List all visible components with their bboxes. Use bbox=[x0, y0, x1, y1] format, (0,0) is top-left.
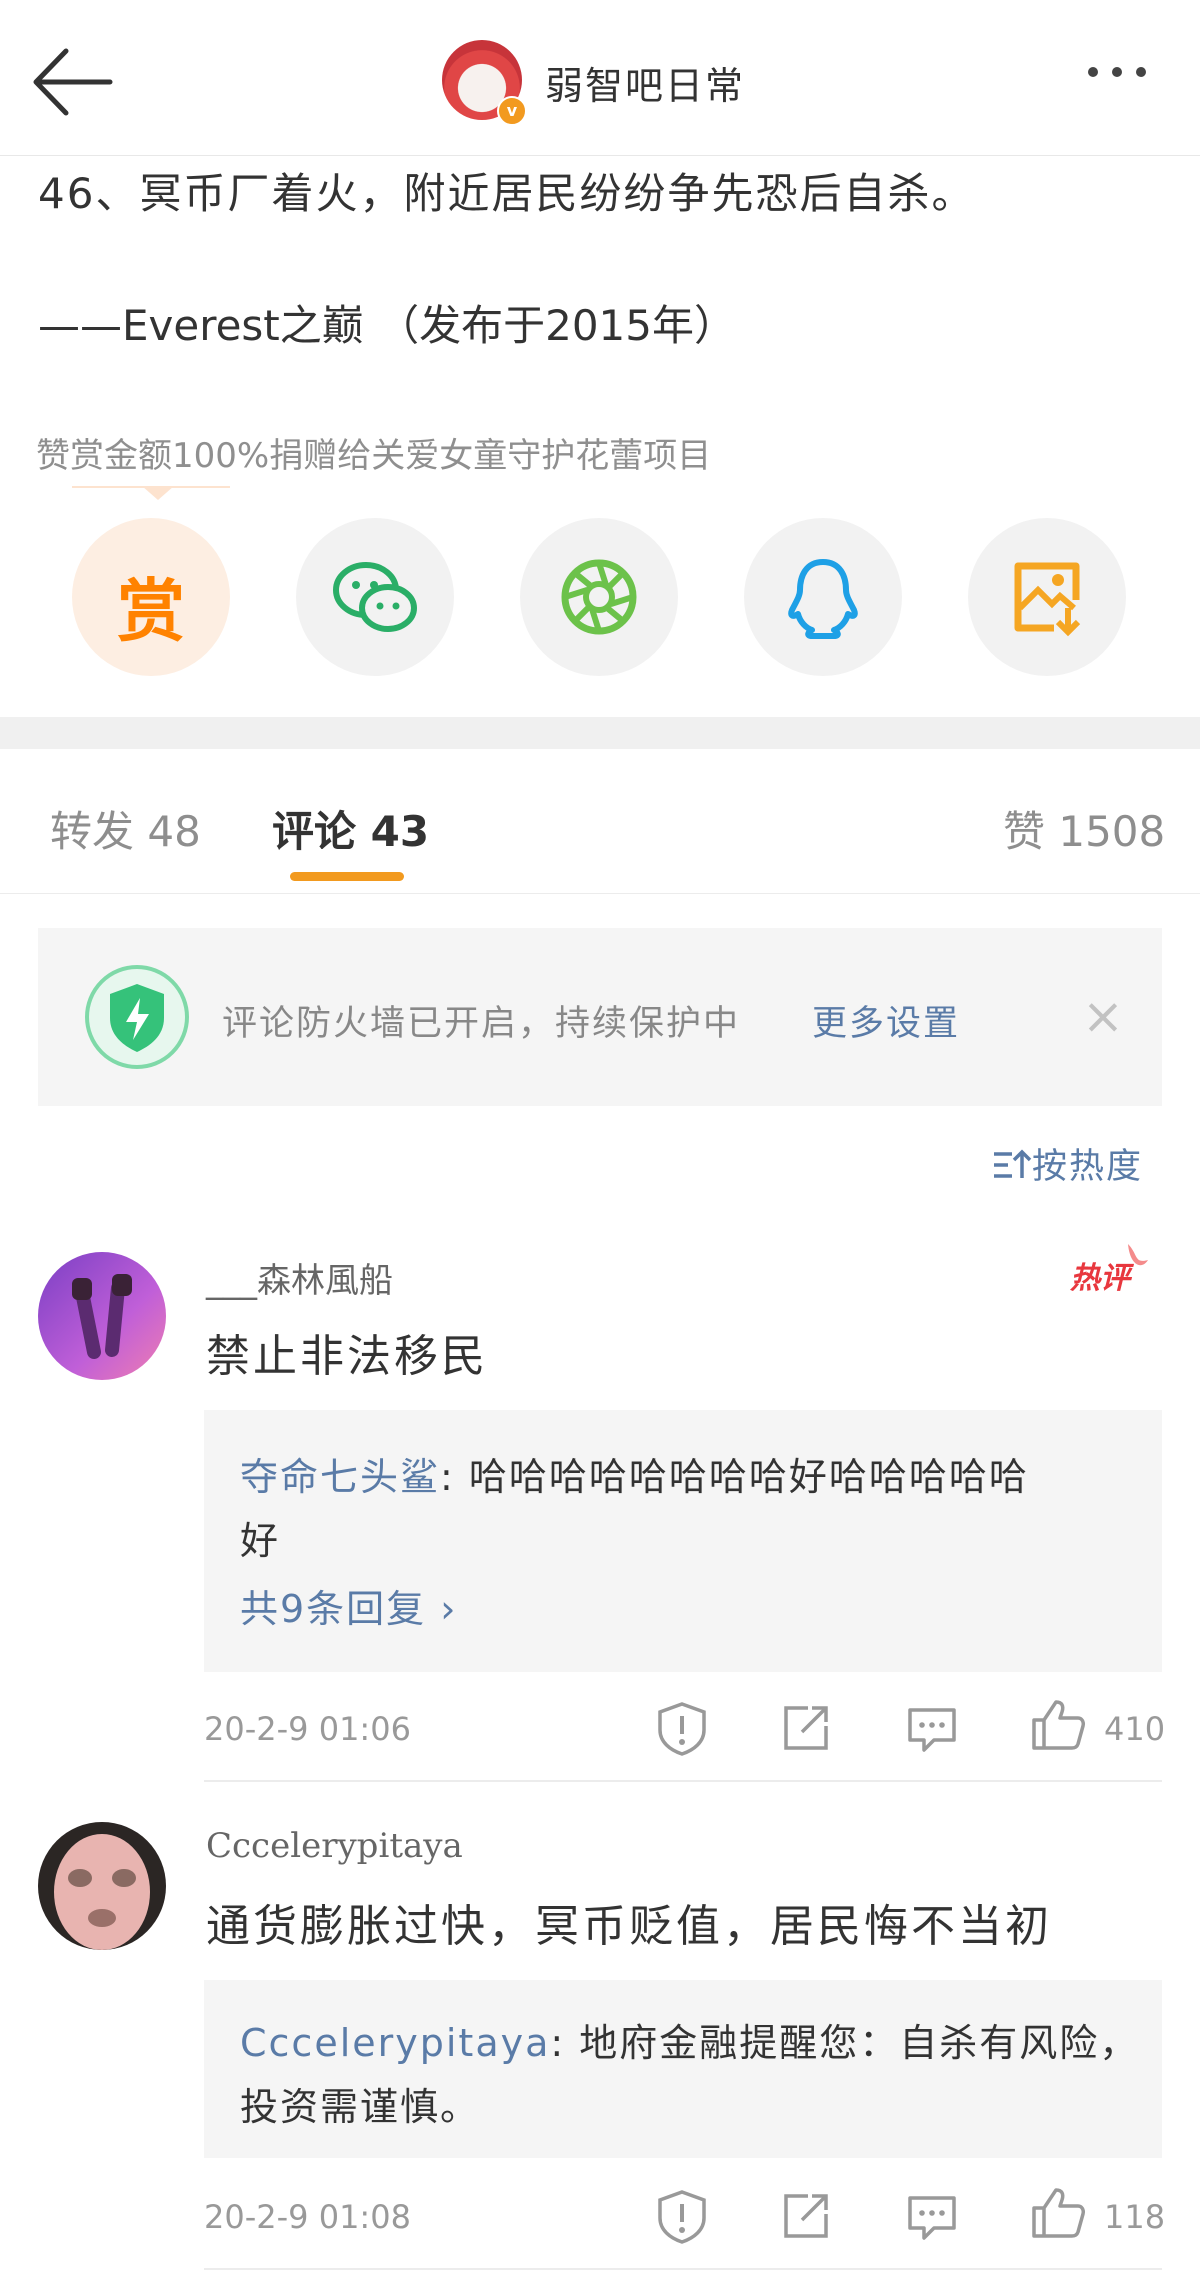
share-icon[interactable] bbox=[778, 1700, 834, 1756]
reply-username[interactable]: 夺命七头鲨 bbox=[240, 1455, 440, 1499]
tab-divider bbox=[0, 893, 1200, 894]
hot-comment-badge-icon: 热评 bbox=[1069, 1244, 1148, 1296]
report-icon[interactable] bbox=[654, 1700, 710, 1756]
moments-icon bbox=[561, 559, 637, 635]
verified-badge-icon: v bbox=[497, 96, 527, 126]
sort-icon bbox=[994, 1149, 1032, 1178]
reward-pointer bbox=[72, 486, 230, 502]
sort-by-hot-button[interactable]: 按热度 bbox=[992, 1138, 1143, 1189]
comment-text: 通货膨胀过快，冥币贬值，居民悔不当初 bbox=[206, 1901, 1052, 1952]
comment-divider bbox=[204, 1780, 1162, 1782]
tab-likes[interactable]: 赞 1508 bbox=[1003, 798, 1165, 859]
more-options-icon[interactable] bbox=[1088, 62, 1160, 81]
reply-line: 夺命七头鲨: 哈哈哈哈哈哈哈哈好哈哈哈哈哈 bbox=[240, 1446, 1029, 1501]
wechat-icon bbox=[333, 562, 417, 632]
shield-icon bbox=[85, 965, 189, 1069]
avatar[interactable] bbox=[38, 1252, 166, 1380]
share-icon[interactable] bbox=[778, 2188, 834, 2244]
firewall-status-text: 评论防火墙已开启，持续保护中 bbox=[222, 1004, 741, 1044]
tab-repost[interactable]: 转发 48 bbox=[50, 798, 201, 859]
comment-divider bbox=[204, 2268, 1162, 2270]
reward-icon: 赏 bbox=[116, 573, 185, 652]
donate-note: 赞赏金额100%捐赠给关爱女童守护花蕾项目 bbox=[36, 436, 712, 476]
reply-box[interactable]: Cccelerypitaya: 地府金融提醒您：自杀有风险， 投资需谨慎。 bbox=[204, 1980, 1162, 2158]
close-icon[interactable]: × bbox=[1082, 991, 1124, 1041]
comment-icon[interactable] bbox=[904, 2188, 960, 2244]
qq-icon bbox=[788, 559, 858, 639]
reward-button[interactable]: 赏 bbox=[72, 518, 230, 676]
avatar[interactable] bbox=[38, 1822, 166, 1950]
share-moments-button[interactable] bbox=[520, 518, 678, 676]
like-count: 410 bbox=[1104, 1710, 1166, 1748]
post-source: ——Everest之巅 （发布于2015年） bbox=[38, 301, 737, 350]
reply-text: : 地府金融提醒您：自杀有风险， bbox=[550, 2021, 1140, 2065]
share-wechat-button[interactable] bbox=[296, 518, 454, 676]
account-name[interactable]: 弱智吧日常 bbox=[545, 55, 745, 110]
reply-text-continued: 投资需谨慎。 bbox=[240, 2085, 481, 2129]
save-image-button[interactable] bbox=[968, 518, 1126, 676]
reply-line: Cccelerypitaya: 地府金融提醒您：自杀有风险， bbox=[240, 2012, 1139, 2067]
comment-timestamp: 20-2-9 01:06 bbox=[204, 1710, 411, 1748]
report-icon[interactable] bbox=[654, 2188, 710, 2244]
sort-label: 按热度 bbox=[1032, 1147, 1144, 1187]
comment-username[interactable]: Cccelerypitaya bbox=[206, 1826, 463, 1866]
comment-text: 禁止非法移民 bbox=[206, 1331, 488, 1382]
svg-text:热评: 热评 bbox=[1069, 1261, 1135, 1296]
like-icon[interactable] bbox=[1030, 1696, 1086, 1752]
active-tab-indicator bbox=[290, 872, 404, 881]
tab-comments[interactable]: 评论 43 bbox=[272, 798, 429, 859]
comment-timestamp: 20-2-9 01:08 bbox=[204, 2198, 411, 2236]
reply-box[interactable]: 夺命七头鲨: 哈哈哈哈哈哈哈哈好哈哈哈哈哈 好 共9条回复 › bbox=[204, 1410, 1162, 1672]
view-all-replies-link[interactable]: 共9条回复 › bbox=[240, 1578, 457, 1633]
reply-username[interactable]: Cccelerypitaya bbox=[240, 2021, 550, 2065]
save-image-icon bbox=[1014, 562, 1081, 637]
like-count: 118 bbox=[1104, 2198, 1166, 2236]
comment-username[interactable]: ___森林風船 bbox=[206, 1253, 393, 1302]
reply-text-continued: 好 bbox=[240, 1519, 281, 1563]
back-arrow-icon[interactable] bbox=[28, 45, 118, 120]
post-text: 46、冥币厂着火，附近居民纷纷争先恐后自杀。 bbox=[38, 169, 976, 218]
more-settings-link[interactable]: 更多设置 bbox=[812, 995, 960, 1046]
section-gap bbox=[0, 717, 1200, 749]
comment-icon[interactable] bbox=[904, 1700, 960, 1756]
reply-text: : 哈哈哈哈哈哈哈哈好哈哈哈哈哈 bbox=[440, 1455, 1029, 1499]
share-qq-button[interactable] bbox=[744, 518, 902, 676]
like-icon[interactable] bbox=[1030, 2184, 1086, 2240]
